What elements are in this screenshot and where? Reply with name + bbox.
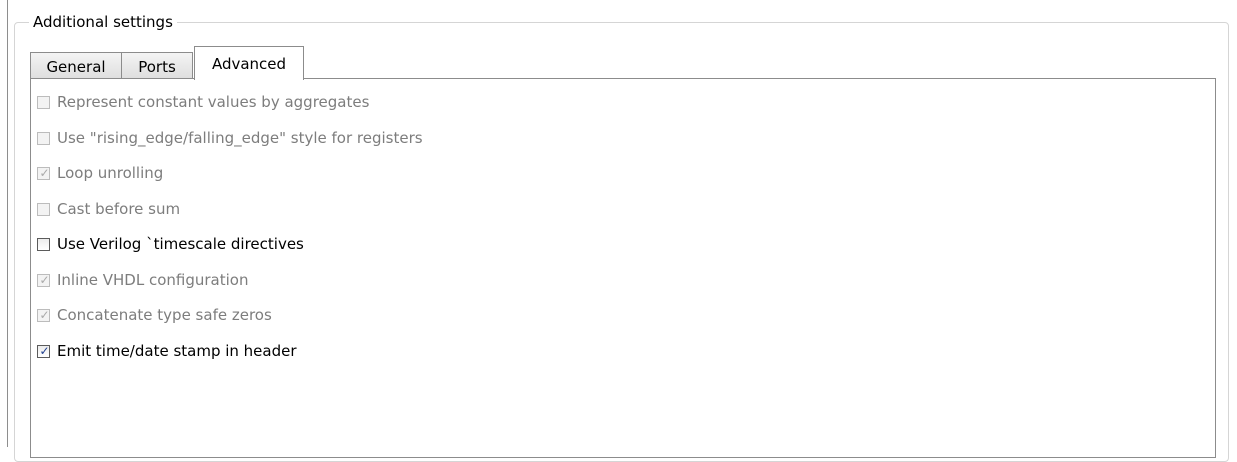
checkbox[interactable]: ✓ (37, 343, 50, 358)
option-verilog-timescale[interactable]: Use Verilog `timescale directives (37, 234, 304, 254)
option-constant-aggregates: Represent constant values by aggregates (37, 92, 369, 112)
checkmark-icon: ✓ (39, 343, 50, 358)
checkmark-icon: ✓ (39, 272, 50, 287)
option-label: Concatenate type safe zeros (57, 306, 272, 324)
advanced-tab-panel: Represent constant values by aggregates … (30, 78, 1216, 458)
tab-ports[interactable]: Ports (121, 52, 193, 79)
tab-general[interactable]: General (30, 52, 122, 79)
checkbox: ✓ (37, 307, 50, 322)
checkbox: ✓ (37, 272, 50, 287)
option-emit-timestamp[interactable]: ✓ Emit time/date stamp in header (37, 341, 297, 361)
option-label: Emit time/date stamp in header (57, 342, 297, 360)
window-edge-divider (7, 0, 8, 447)
option-label: Cast before sum (57, 200, 181, 218)
option-concatenate-zeros: ✓ Concatenate type safe zeros (37, 305, 272, 325)
option-label: Represent constant values by aggregates (57, 93, 370, 111)
checkbox (37, 131, 50, 145)
checkmark-icon: ✓ (39, 165, 50, 180)
option-cast-before-sum: Cast before sum (37, 199, 180, 219)
checkbox (37, 95, 50, 109)
checkbox[interactable] (37, 237, 50, 251)
tab-advanced[interactable]: Advanced (194, 46, 304, 80)
option-loop-unrolling: ✓ Loop unrolling (37, 163, 163, 183)
checkmark-icon: ✓ (39, 307, 50, 322)
checkbox (37, 202, 50, 216)
checkbox: ✓ (37, 165, 50, 180)
option-label: Use Verilog `timescale directives (57, 235, 304, 253)
groupbox-title: Additional settings (29, 13, 177, 31)
option-label: Use "rising_edge/falling_edge" style for… (57, 129, 423, 147)
option-label: Inline VHDL configuration (57, 271, 249, 289)
option-label: Loop unrolling (57, 164, 164, 182)
option-inline-vhdl-config: ✓ Inline VHDL configuration (37, 270, 248, 290)
option-rising-falling-edge: Use "rising_edge/falling_edge" style for… (37, 128, 423, 148)
